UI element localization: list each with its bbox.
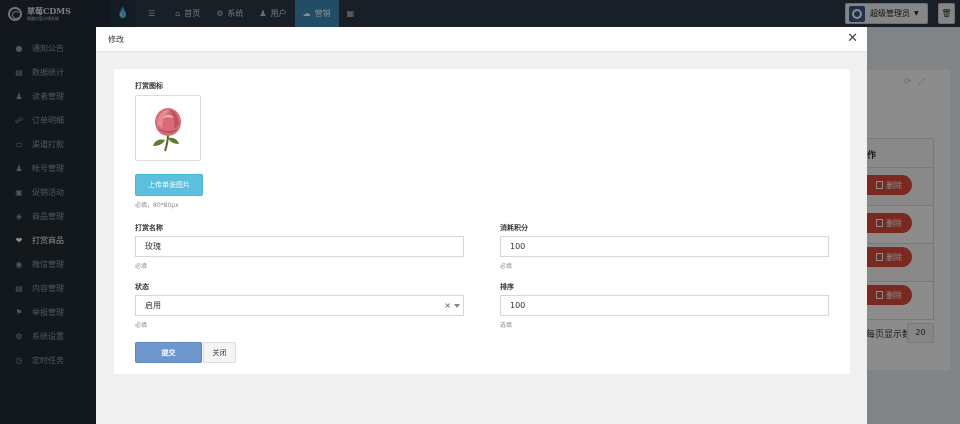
chevron-down-icon [454,304,460,308]
name-input[interactable]: 玫瑰 [135,236,464,257]
sort-field-label: 排序 [500,283,514,291]
icon-field-label: 打赏图标 [135,82,163,90]
close-icon[interactable]: ✕ [847,31,858,47]
modal-title: 修改 [108,34,124,44]
status-help: 必填 [135,322,148,329]
edit-modal: 修改 ✕ 打赏图标 上传单张图片 必填，80*80px 打赏名称 玫瑰 必填 消… [96,27,867,424]
points-field-label: 消耗积分 [500,224,528,232]
points-input[interactable]: 100 [500,236,829,257]
submit-button[interactable]: 提交 [135,342,202,363]
upload-help: 必填，80*80px [135,202,179,209]
edit-form: 打赏图标 上传单张图片 必填，80*80px 打赏名称 玫瑰 必填 消耗积分 1… [114,69,850,374]
close-button[interactable]: 关闭 [203,342,236,363]
upload-image-button[interactable]: 上传单张图片 [135,174,203,196]
sort-help: 选填 [500,322,513,329]
name-help: 必填 [135,263,148,270]
clear-icon[interactable]: × [444,301,451,310]
reward-icon-preview [135,95,201,161]
sort-input[interactable]: 100 [500,295,829,316]
modal-header: 修改 [96,27,867,52]
status-field-label: 状态 [135,283,149,291]
points-help: 必填 [500,263,513,270]
rose-icon [153,108,181,152]
status-selected-value: 启用 [145,301,161,310]
status-select[interactable]: 启用 × [135,295,464,316]
name-field-label: 打赏名称 [135,224,163,232]
